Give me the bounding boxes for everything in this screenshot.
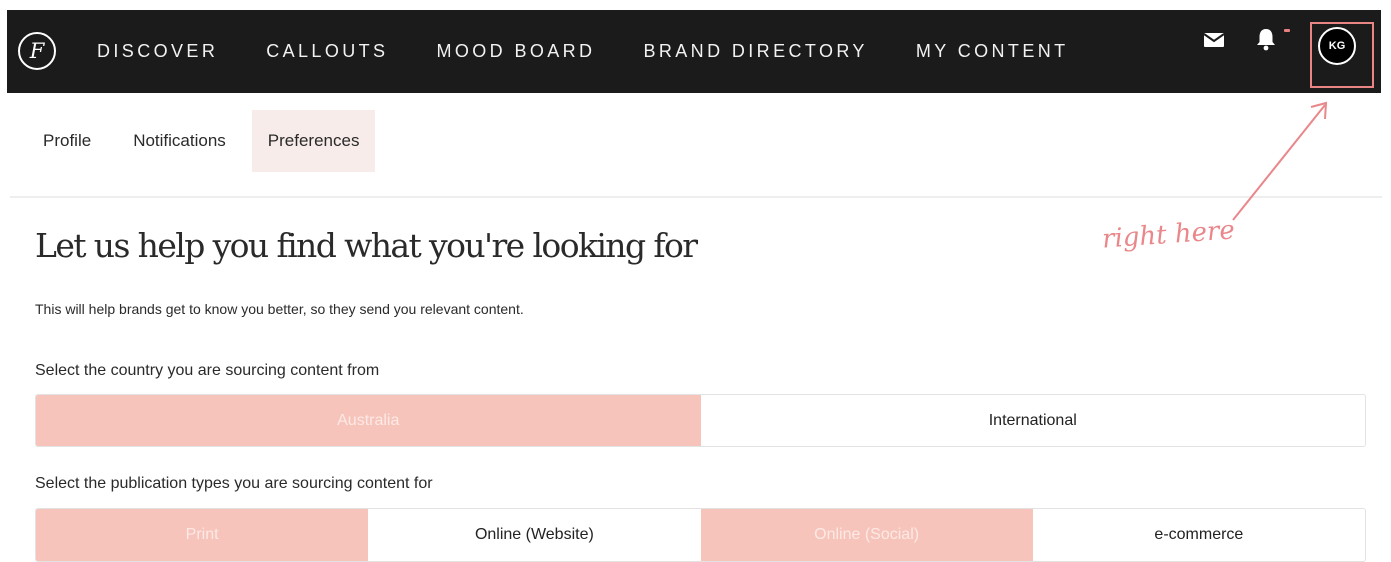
tabs-divider [10,196,1382,198]
avatar-highlight-box [1310,22,1374,88]
tab-profile[interactable]: Profile [27,110,107,172]
nav-discover[interactable]: DISCOVER [97,41,218,62]
logo-letter: F [29,39,45,63]
country-option-international[interactable]: International [701,395,1366,446]
logo[interactable]: F [18,32,56,70]
bell-icon[interactable] [1255,27,1277,51]
country-label: Select the country you are sourcing cont… [35,362,380,379]
publication-option-online-website[interactable]: Online (Website) [368,509,700,561]
notification-dot [1284,29,1290,32]
settings-tabs: Profile Notifications Preferences [27,110,376,172]
nav-mood-board[interactable]: MOOD BOARD [436,41,595,62]
top-nav-bar: F DISCOVER CALLOUTS MOOD BOARD BRAND DIR… [7,10,1381,93]
publication-option-print[interactable]: Print [36,509,369,561]
page-subtitle: This will help brands get to know you be… [35,301,524,317]
publication-option-ecommerce[interactable]: e-commerce [1033,509,1365,561]
annotation-text: right here [1101,215,1236,255]
publication-option-online-social[interactable]: Online (Social) [700,509,1033,561]
country-option-australia[interactable]: Australia [36,395,701,446]
nav-brand-directory[interactable]: BRAND DIRECTORY [643,41,867,62]
tab-preferences[interactable]: Preferences [251,110,376,172]
mail-icon[interactable] [1203,30,1225,50]
nav-my-content[interactable]: MY CONTENT [916,41,1069,62]
page-title: Let us help you find what you're looking… [35,226,698,265]
tab-notifications[interactable]: Notifications [117,110,242,172]
nav-callouts[interactable]: CALLOUTS [266,41,388,62]
country-selector: Australia International [35,394,1366,447]
annotation-arrow-icon [1232,101,1328,221]
publication-selector: Print Online (Website) Online (Social) e… [35,508,1366,562]
publication-label: Select the publication types you are sou… [35,475,433,492]
main-nav: DISCOVER CALLOUTS MOOD BOARD BRAND DIREC… [97,10,1117,93]
